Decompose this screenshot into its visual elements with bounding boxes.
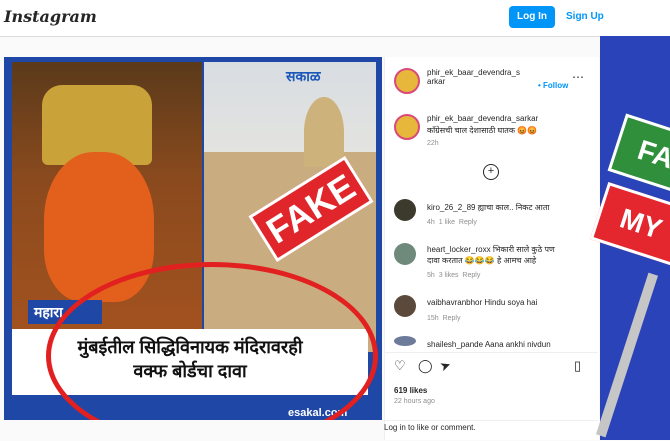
instagram-logo[interactable]: Instagram [4, 7, 97, 26]
comment-meta: 15h Reply [427, 315, 461, 322]
top-bar: Instagram Log In Sign Up [0, 0, 670, 37]
comment-meta: 4h 1 like Reply [427, 219, 477, 226]
post-age: 22 hours ago [394, 398, 435, 405]
more-options-icon[interactable]: ⋯ [572, 70, 584, 84]
temple-dome [304, 97, 344, 167]
comment-text: Aana ankhi nivdun [484, 340, 551, 349]
caption-username[interactable]: phir_ek_baar_devendra_sarkar [427, 114, 538, 123]
follow-button[interactable]: • Follow [538, 81, 568, 90]
comment-username[interactable]: vaibhavranbhor [427, 298, 482, 307]
comment-likes[interactable]: 3 likes [439, 272, 459, 279]
author-avatar[interactable] [394, 68, 420, 94]
comment-username[interactable]: shailesh_pande [427, 340, 483, 349]
signup-link[interactable]: Sign Up [566, 11, 604, 22]
comment-line: vaibhavranbhor Hindu soya hai [427, 298, 537, 307]
comment-line: shailesh_pande Aana ankhi nivdun [427, 340, 551, 349]
reply-link[interactable]: Reply [462, 272, 480, 279]
likes-count[interactable]: 619 likes [394, 386, 427, 395]
caption-text: काँग्रेसची चाल देशासाठी घातक 😡😡 [427, 126, 538, 135]
comment-avatar[interactable] [394, 199, 416, 221]
login-button[interactable]: Log In [509, 6, 555, 28]
comment-line: kiro_26_2_89 ह्याचा काल.. निकट आता [427, 202, 595, 213]
comment-text: ह्याचा काल.. निकट आता [477, 203, 550, 212]
caption-avatar[interactable] [394, 114, 420, 140]
load-more-comments-icon[interactable]: + [483, 164, 499, 180]
reply-link[interactable]: Reply [443, 315, 461, 322]
author-username[interactable]: phir_ek_baar_devendra_s arkar [427, 68, 520, 86]
caption-time: 22h [427, 140, 439, 147]
comment-text: भिकारी साले कुठे पण [492, 245, 555, 254]
comment-meta: 5h 3 likes Reply [427, 272, 481, 279]
comment-username[interactable]: kiro_26_2_89 [427, 203, 475, 212]
bookmark-icon[interactable]: ▯ [574, 358, 581, 374]
post-image[interactable]: सकाळ FAKE महारा मुंबईतील सिद्धिविनायक मं… [4, 57, 382, 420]
comment-bubble-icon[interactable]: ◯ [418, 358, 433, 374]
comment-avatar[interactable] [394, 243, 416, 265]
login-prompt[interactable]: Log in to like or comment. [384, 423, 476, 432]
comment-username[interactable]: heart_locker_roxx [427, 245, 491, 254]
comment-avatar[interactable] [394, 295, 416, 317]
comment-text: Hindu soya hai [484, 298, 538, 307]
comment-line: heart_locker_roxx भिकारी साले कुठे पण [427, 244, 555, 255]
comment-likes[interactable]: 1 like [439, 219, 455, 226]
reply-link[interactable]: Reply [459, 219, 477, 226]
like-heart-icon[interactable]: ♡ [394, 358, 406, 374]
comment-avatar[interactable] [394, 336, 416, 346]
brand-watermark: सकाळ [286, 68, 321, 84]
divider [384, 352, 598, 353]
comment-text-continued: दावा करतात 😂😂😂 हे आमच आहे [427, 256, 537, 265]
